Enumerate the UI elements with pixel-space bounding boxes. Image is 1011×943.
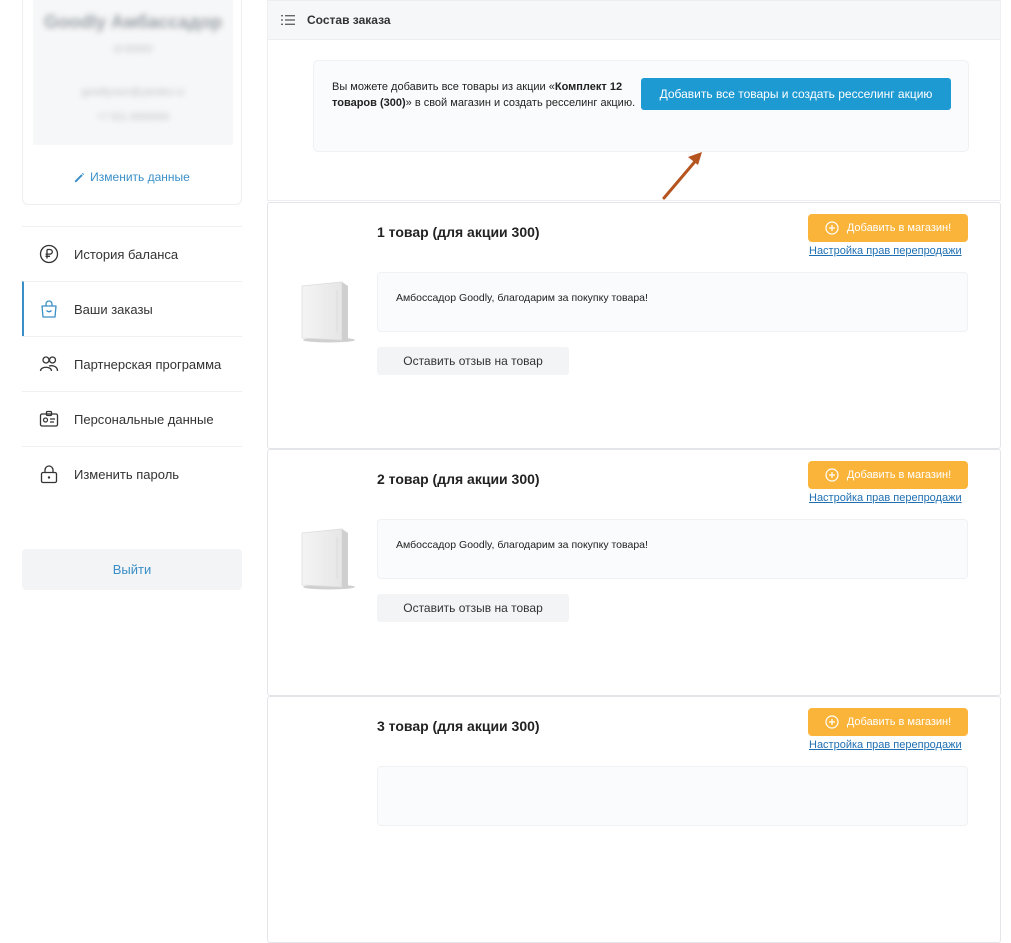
profile-email: goodlyuser@yandex.ru — [81, 87, 185, 98]
edit-profile-label: Изменить данные — [90, 170, 190, 184]
sidebar-item-label: Изменить пароль — [74, 466, 180, 482]
resell-info-box: Вы можете добавить все товары из акции «… — [313, 60, 969, 152]
add-to-store-label: Добавить в магазин! — [846, 222, 952, 234]
id-card-icon — [38, 408, 60, 430]
add-to-store-label: Добавить в магазин! — [846, 716, 952, 728]
profile-info-blurred: Goodly Амбассадор id 00000 goodlyuser@ya… — [33, 0, 233, 145]
product-title: 1 товар (для акции 300) — [377, 224, 540, 240]
product-card: 1 товар (для акции 300) Добавить в магаз… — [267, 202, 1001, 449]
plus-circle-icon — [825, 221, 839, 235]
page-title: Состав заказа — [307, 13, 391, 27]
thank-you-message: Амбоссадор Goodly, благодарим за покупку… — [396, 292, 648, 304]
thank-you-message-box: Амбоссадор Goodly, благодарим за покупку… — [377, 519, 968, 579]
ruble-icon — [38, 243, 60, 265]
logout-button[interactable]: Выйти — [22, 549, 242, 590]
sidebar-item-balance-history[interactable]: История баланса — [22, 226, 242, 281]
lock-icon — [38, 463, 60, 485]
resell-description: Вы можете добавить все товары из акции «… — [332, 79, 637, 111]
product-card: 2 товар (для акции 300) Добавить в магаз… — [267, 449, 1001, 696]
resale-rights-link[interactable]: Настройка прав перепродажи — [809, 245, 962, 257]
profile-name: Goodly Амбассадор — [44, 12, 222, 32]
product-title: 2 товар (для акции 300) — [377, 471, 540, 487]
shopping-bag-icon — [38, 298, 60, 320]
resell-card: Вы можете добавить все товары из акции «… — [267, 40, 1001, 201]
plus-circle-icon — [825, 715, 839, 729]
sidebar-item-label: Ваши заказы — [74, 301, 153, 317]
list-icon — [281, 14, 295, 26]
users-icon — [38, 353, 60, 375]
add-to-store-button[interactable]: Добавить в магазин! — [808, 461, 968, 489]
profile-subtitle: id 00000 — [113, 44, 153, 55]
thank-you-message: Амбоссадор Goodly, благодарим за покупку… — [396, 539, 648, 551]
product-card: 3 товар (для акции 300) Добавить в магаз… — [267, 696, 1001, 943]
edit-profile-link[interactable]: Изменить данные — [23, 170, 241, 184]
add-to-store-label: Добавить в магазин! — [846, 469, 952, 481]
thank-you-message-box: Амбоссадор Goodly, благодарим за покупку… — [377, 272, 968, 332]
resell-text-part: Вы можете добавить все товары из акции « — [332, 81, 555, 93]
sidebar-menu: История баланса Ваши заказы Партнерская … — [22, 226, 242, 501]
add-all-and-create-resell-button[interactable]: Добавить все товары и создать ресселинг … — [641, 78, 951, 110]
sidebar-item-personal-data[interactable]: Персональные данные — [22, 391, 242, 446]
add-to-store-button[interactable]: Добавить в магазин! — [808, 708, 968, 736]
sidebar-item-label: Партнерская программа — [74, 356, 222, 372]
profile-card: Goodly Амбассадор id 00000 goodlyuser@ya… — [22, 0, 242, 205]
sidebar-item-label: История баланса — [74, 246, 179, 262]
product-title: 3 товар (для акции 300) — [377, 718, 540, 734]
plus-circle-icon — [825, 468, 839, 482]
leave-review-button[interactable]: Оставить отзыв на товар — [377, 347, 569, 375]
product-box-image — [301, 281, 355, 343]
profile-phone: +7 911 0000000 — [97, 112, 169, 123]
arrow-annotation-icon — [662, 152, 702, 200]
sidebar-item-change-password[interactable]: Изменить пароль — [22, 446, 242, 501]
sidebar-item-orders[interactable]: Ваши заказы — [22, 281, 242, 336]
resell-text-part: » в свой магазин и создать ресселинг акц… — [405, 97, 636, 109]
sidebar-item-label: Персональные данные — [74, 411, 214, 427]
order-header: Состав заказа — [267, 0, 1001, 40]
resale-rights-link[interactable]: Настройка прав перепродажи — [809, 492, 962, 504]
leave-review-button[interactable]: Оставить отзыв на товар — [377, 594, 569, 622]
thank-you-message-box — [377, 766, 968, 826]
add-to-store-button[interactable]: Добавить в магазин! — [808, 214, 968, 242]
pencil-icon — [75, 172, 85, 183]
sidebar-item-partner-program[interactable]: Партнерская программа — [22, 336, 242, 391]
resale-rights-link[interactable]: Настройка прав перепродажи — [809, 739, 962, 751]
product-box-image — [301, 528, 355, 590]
